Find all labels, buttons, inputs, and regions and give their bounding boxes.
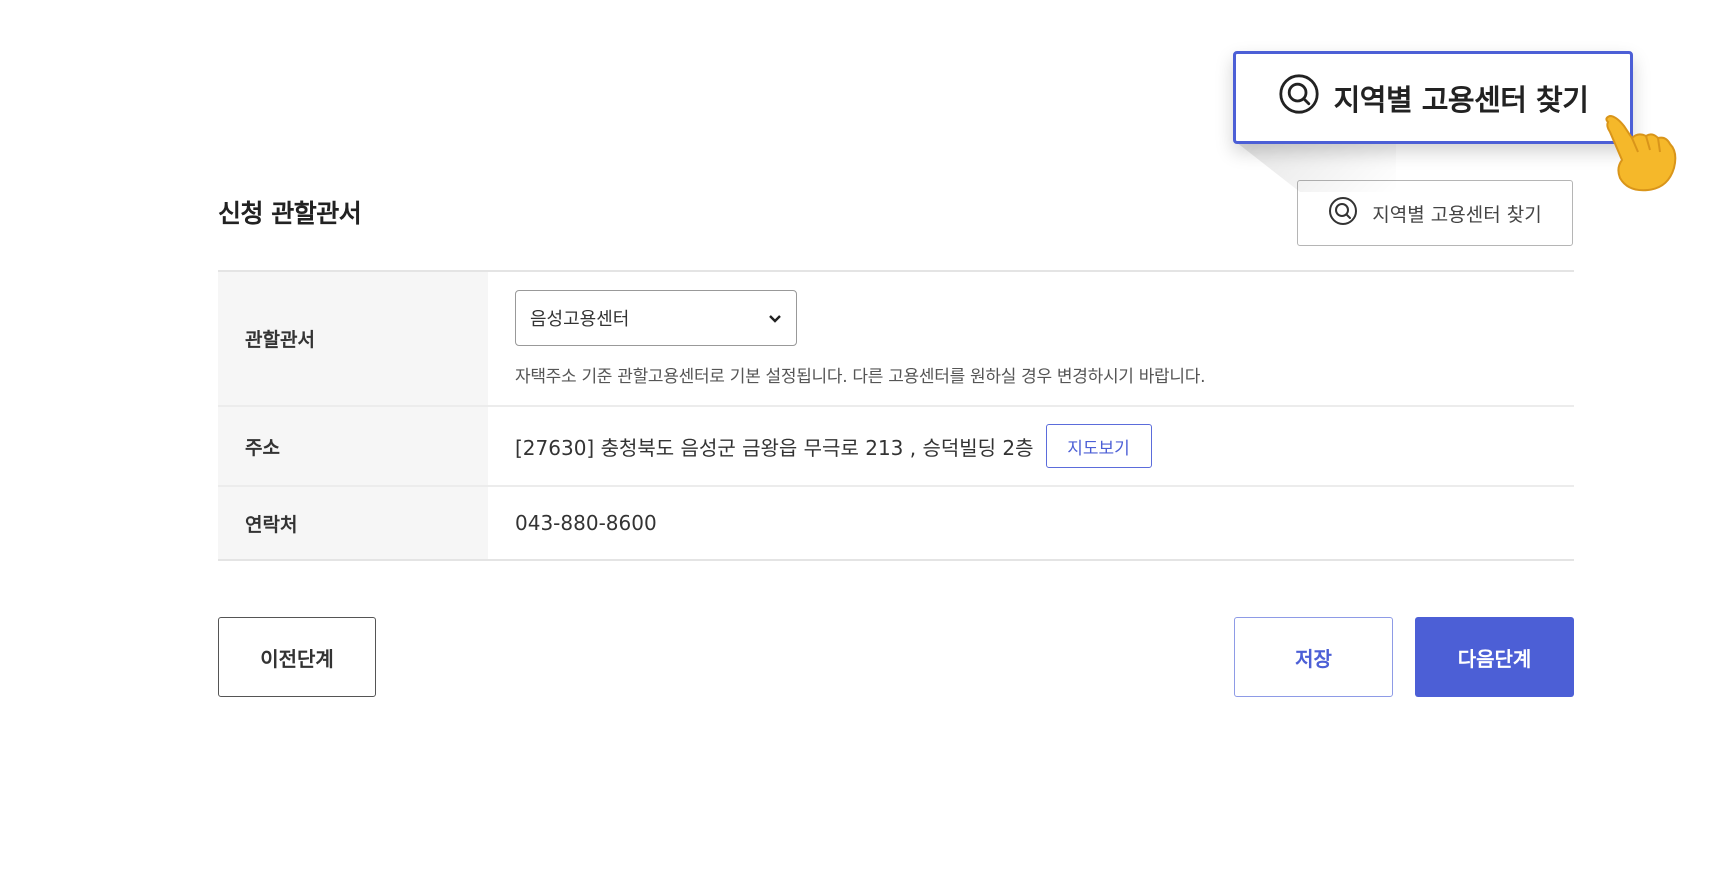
search-icon (1328, 196, 1358, 231)
office-label: 관할관서 (218, 272, 488, 405)
zoom-callout: 지역별 고용센터 찾기 (1233, 51, 1633, 144)
view-map-button[interactable]: 지도보기 (1045, 424, 1152, 468)
chevron-down-icon (768, 309, 782, 328)
pointing-hand-icon (1598, 112, 1680, 192)
find-employment-center-label: 지역별 고용센터 찾기 (1372, 203, 1542, 226)
office-hint: 자택주소 기준 관할고용센터로 기본 설정됩니다. 다른 고용센터를 원하실 경… (515, 367, 1206, 387)
section-title: 신청 관할관서 (218, 199, 362, 228)
table-row: 주소 [27630] 충청북도 음성군 금왕읍 무극로 213 , 승덕빌딩 2… (218, 407, 1574, 487)
office-select[interactable]: 음성고용센터 (515, 290, 797, 346)
callout-shadow (1236, 142, 1396, 192)
search-icon (1278, 73, 1320, 122)
table-row: 연락처 043-880-8600 (218, 487, 1574, 559)
contact-value: 043-880-8600 (515, 511, 657, 535)
office-select-value: 음성고용센터 (530, 309, 630, 330)
save-button[interactable]: 저장 (1234, 617, 1393, 697)
previous-step-button[interactable]: 이전단계 (218, 617, 376, 697)
next-step-button[interactable]: 다음단계 (1415, 617, 1574, 697)
address-value: [27630] 충청북도 음성군 금왕읍 무극로 213 , 승덕빌딩 2층 (515, 435, 1034, 460)
office-info-table: 관할관서 음성고용센터 자택주소 기준 관할고용센터로 기본 설정됩니다. 다른… (218, 270, 1574, 561)
contact-label: 연락처 (218, 487, 488, 559)
callout-label: 지역별 고용센터 찾기 (1333, 82, 1589, 117)
table-row: 관할관서 음성고용센터 자택주소 기준 관할고용센터로 기본 설정됩니다. 다른… (218, 272, 1574, 407)
address-label: 주소 (218, 407, 488, 485)
